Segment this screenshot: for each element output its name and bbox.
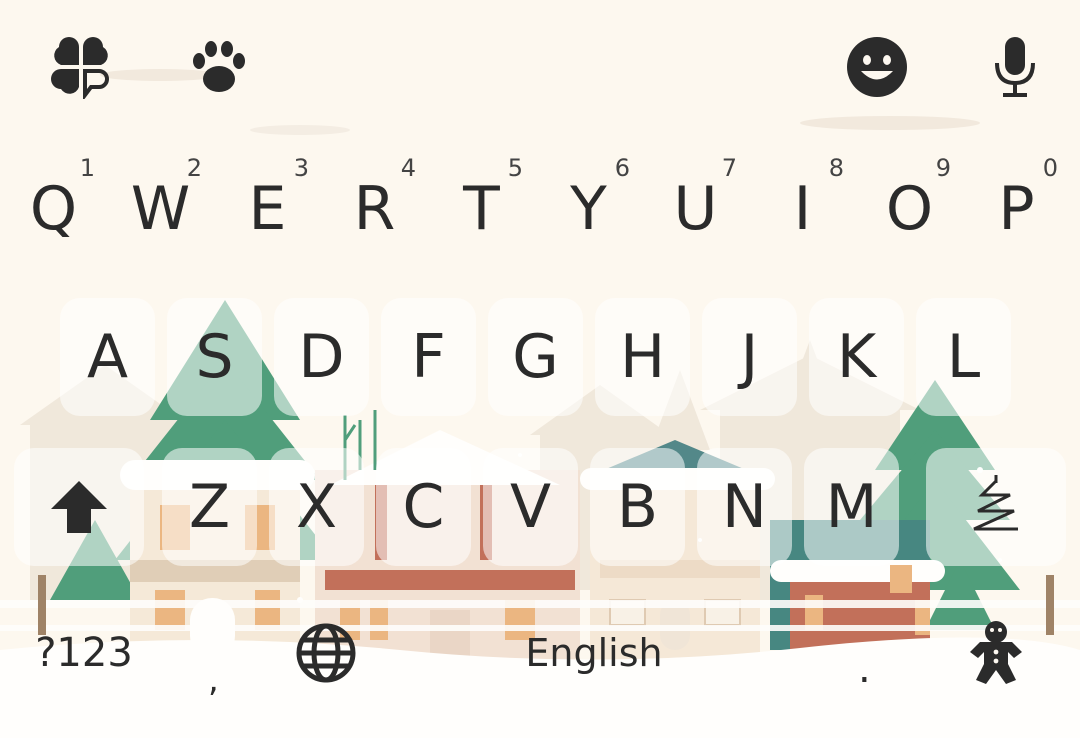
key-label: M — [825, 472, 878, 542]
key-number-hint: 8 — [828, 154, 844, 182]
key-y[interactable]: Y6 — [541, 150, 636, 268]
key-label: E — [248, 174, 287, 244]
key-label: Z — [188, 472, 231, 542]
key-b[interactable]: B — [590, 448, 685, 566]
key-h[interactable]: H — [595, 298, 690, 416]
key-label: F — [411, 322, 446, 392]
key-label: U — [673, 174, 718, 244]
tree-sticker-key[interactable] — [926, 448, 1066, 566]
enter-key[interactable] — [926, 598, 1066, 708]
key-k[interactable]: K — [809, 298, 904, 416]
key-label: B — [616, 472, 659, 542]
key-c[interactable]: C — [376, 448, 471, 566]
key-label: X — [295, 472, 338, 542]
key-z[interactable]: Z — [162, 448, 257, 566]
symbols-key-label: ?123 — [35, 630, 133, 676]
key-label: D — [298, 322, 345, 392]
key-n[interactable]: N — [697, 448, 792, 566]
key-number-hint: 2 — [186, 154, 202, 182]
period-key-label: . — [858, 646, 871, 692]
key-i[interactable]: I8 — [755, 150, 850, 268]
emoji-icon-svg — [847, 37, 907, 97]
key-label: Q — [29, 174, 78, 244]
key-label: P — [998, 174, 1035, 244]
key-o[interactable]: O9 — [862, 150, 957, 268]
key-j[interactable]: J — [702, 298, 797, 416]
space-key-label: English — [525, 631, 663, 675]
symbols-key[interactable]: ?123 — [14, 598, 154, 708]
key-q[interactable]: Q1 — [6, 150, 101, 268]
key-t[interactable]: T5 — [434, 150, 529, 268]
space-key[interactable]: English — [382, 598, 806, 708]
key-label: I — [793, 174, 812, 244]
key-a[interactable]: A — [60, 298, 155, 416]
comma-key-label: , — [208, 660, 219, 700]
key-label: V — [509, 472, 552, 542]
key-p[interactable]: P0 — [969, 150, 1064, 268]
christmas-tree-icon — [973, 475, 1018, 531]
clover-icon[interactable] — [42, 28, 120, 106]
comma-key[interactable]: , — [160, 598, 270, 708]
key-e[interactable]: E3 — [220, 150, 315, 268]
key-label: G — [512, 322, 559, 392]
key-number-hint: 1 — [79, 154, 95, 182]
gingerbread-man-icon — [970, 621, 1022, 684]
key-label: A — [86, 322, 129, 392]
period-key[interactable]: . — [812, 598, 916, 708]
key-u[interactable]: U7 — [648, 150, 743, 268]
key-number-hint: 0 — [1042, 154, 1058, 182]
mic-icon-svg — [995, 37, 1035, 97]
key-label: W — [130, 174, 191, 244]
shift-arrow-icon — [51, 481, 107, 533]
key-label: R — [353, 174, 396, 244]
clover-icon-svg — [51, 37, 109, 99]
language-key[interactable] — [276, 598, 376, 708]
key-g[interactable]: G — [488, 298, 583, 416]
key-label: L — [946, 322, 981, 392]
key-d[interactable]: D — [274, 298, 369, 416]
key-number-hint: 6 — [614, 154, 630, 182]
key-f[interactable]: F — [381, 298, 476, 416]
globe-icon — [296, 623, 356, 683]
key-label: S — [195, 322, 234, 392]
key-number-hint: 4 — [400, 154, 416, 182]
key-v[interactable]: V — [483, 448, 578, 566]
key-label: H — [619, 322, 666, 392]
key-label: J — [740, 322, 759, 392]
shift-key[interactable] — [14, 448, 144, 566]
key-label: K — [836, 322, 877, 392]
key-s[interactable]: S — [167, 298, 262, 416]
paw-icon[interactable] — [180, 28, 258, 106]
key-r[interactable]: R4 — [327, 150, 422, 268]
key-l[interactable]: L — [916, 298, 1011, 416]
emoji-icon[interactable] — [838, 28, 916, 106]
key-label: C — [402, 472, 445, 542]
key-label: T — [463, 174, 500, 244]
keyboard: Q1W2E3R4T5Y6U7I8O9P0 ASDFGHJKL ZXCVBNM ?… — [0, 0, 1080, 738]
key-number-hint: 9 — [935, 154, 951, 182]
paw-icon-svg — [193, 41, 245, 92]
key-label: N — [722, 472, 767, 542]
key-number-hint: 7 — [721, 154, 737, 182]
key-x[interactable]: X — [269, 448, 364, 566]
key-label: Y — [570, 174, 607, 244]
key-number-hint: 5 — [507, 154, 523, 182]
mic-icon[interactable] — [976, 28, 1054, 106]
key-number-hint: 3 — [293, 154, 309, 182]
key-label: O — [885, 174, 934, 244]
key-m[interactable]: M — [804, 448, 899, 566]
key-w[interactable]: W2 — [113, 150, 208, 268]
